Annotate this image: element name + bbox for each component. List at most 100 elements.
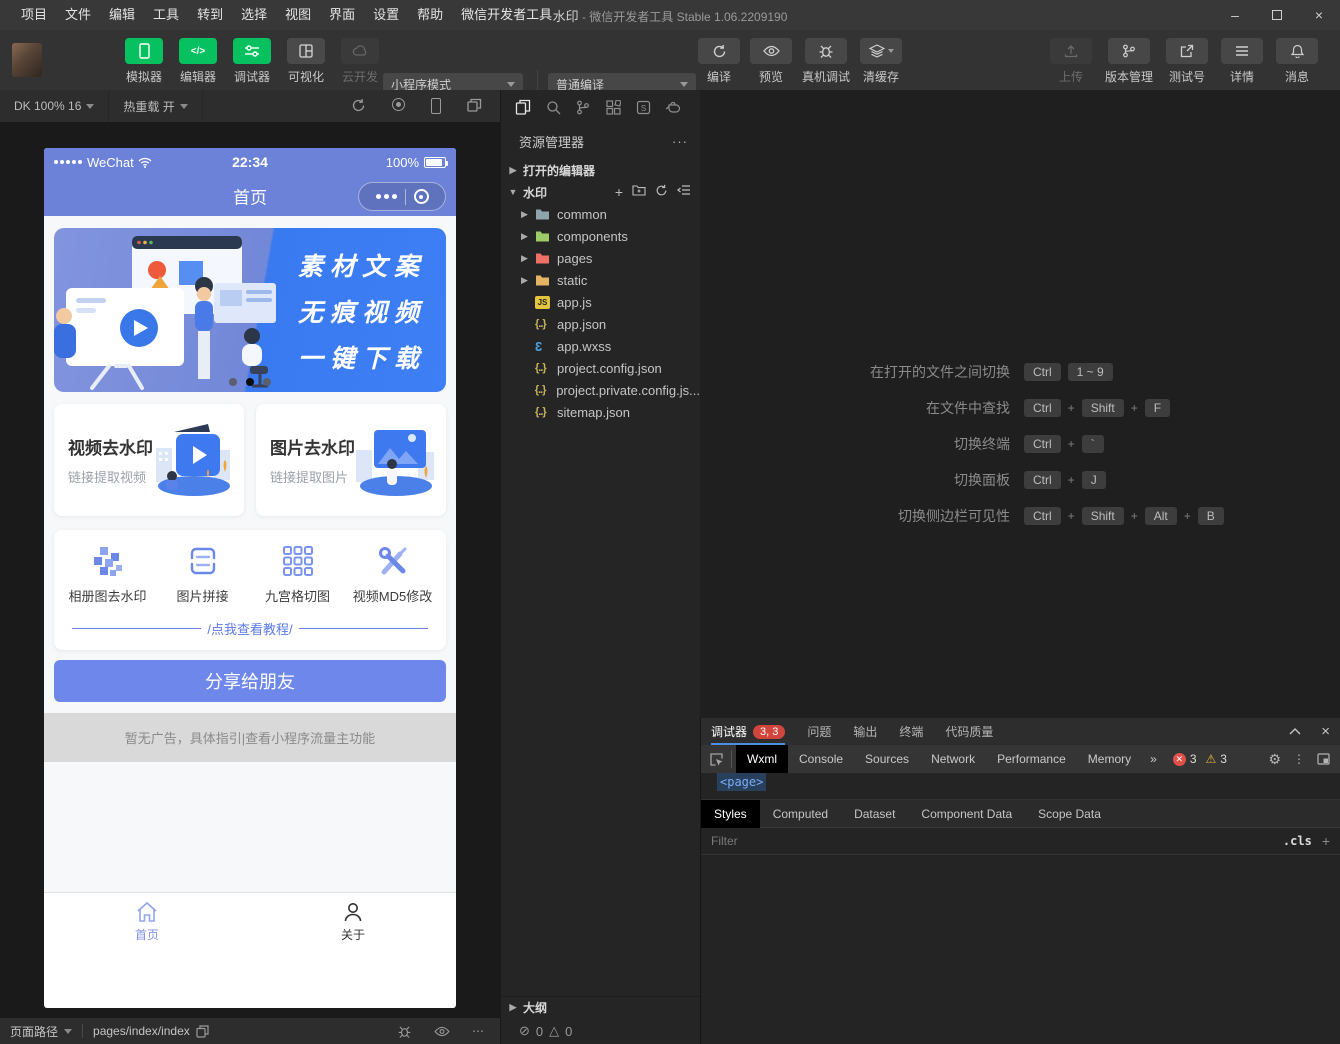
debug-tab-1[interactable]: 问题 xyxy=(807,718,831,745)
wxml-element-tree[interactable]: <page> xyxy=(701,773,1340,800)
tab-home[interactable]: 首页 xyxy=(44,893,250,950)
ellipsis-icon[interactable]: ⋯ xyxy=(472,1024,484,1038)
upload-button[interactable]: 上传 xyxy=(1050,38,1092,85)
source-control-icon[interactable] xyxy=(571,96,595,118)
image-watermark-card[interactable]: 图片去水印 链接提取图片 xyxy=(256,404,446,516)
eye-icon[interactable] xyxy=(434,1026,450,1037)
more-tabs-chevron[interactable]: » xyxy=(1142,752,1165,766)
simulator-toggle-button[interactable]: 模拟器 xyxy=(120,38,168,85)
tree-item-app-wxss[interactable]: 3app.wxss xyxy=(501,335,700,357)
version-manage-button[interactable]: 版本管理 xyxy=(1105,38,1153,85)
style-tab-dataset[interactable]: Dataset xyxy=(841,800,908,828)
tree-item-sitemap-json[interactable]: {..}sitemap.json xyxy=(501,401,700,423)
widgets-icon[interactable] xyxy=(601,96,625,118)
tree-item-components[interactable]: ▶components xyxy=(501,225,700,247)
debugger-toggle-button[interactable]: 调试器 xyxy=(228,38,276,85)
exit-target-icon[interactable] xyxy=(414,189,429,204)
devtools-tab-performance[interactable]: Performance xyxy=(986,745,1077,773)
tree-item-common[interactable]: ▶common xyxy=(501,203,700,225)
settings-gear-icon[interactable]: ⚙ xyxy=(1268,751,1281,768)
tutorial-link[interactable]: /点我查看教程/ xyxy=(72,619,428,638)
devtools-tab-sources[interactable]: Sources xyxy=(854,745,920,773)
cloud-dev-button[interactable]: 云开发 xyxy=(336,38,384,85)
menu-item-0[interactable]: 项目 xyxy=(12,0,56,30)
kebab-menu-icon[interactable]: ⋮ xyxy=(1293,752,1305,766)
copy-icon[interactable] xyxy=(196,1025,209,1038)
storage-icon[interactable]: S xyxy=(631,96,655,118)
menu-item-8[interactable]: 设置 xyxy=(364,0,408,30)
teapot-icon[interactable] xyxy=(661,96,685,118)
compile-button[interactable]: 编译 xyxy=(698,38,740,85)
more-actions-icon[interactable]: ··· xyxy=(672,134,688,149)
debug-tab-4[interactable]: 代码质量 xyxy=(945,718,993,745)
menu-item-5[interactable]: 选择 xyxy=(232,0,276,30)
style-filter-input[interactable] xyxy=(711,834,1273,848)
test-account-button[interactable]: 测试号 xyxy=(1166,38,1208,85)
new-folder-icon[interactable] xyxy=(632,184,646,200)
messages-button[interactable]: 消息 xyxy=(1276,38,1318,85)
tool-item-1[interactable]: 图片拼接 xyxy=(155,544,250,605)
minimize-button[interactable]: – xyxy=(1214,0,1256,30)
project-root-section[interactable]: ▼ 水印 + xyxy=(501,181,700,203)
new-style-rule-icon[interactable]: + xyxy=(1322,833,1330,849)
bug-icon[interactable] xyxy=(397,1025,412,1038)
tree-item-app-json[interactable]: {..}app.json xyxy=(501,313,700,335)
preview-button[interactable]: 预览 xyxy=(750,38,792,85)
menu-item-2[interactable]: 编辑 xyxy=(100,0,144,30)
collapse-all-icon[interactable] xyxy=(677,184,690,200)
files-icon[interactable] xyxy=(511,96,535,118)
element-tag[interactable]: <page> xyxy=(717,773,766,791)
menu-item-4[interactable]: 转到 xyxy=(188,0,232,30)
menu-item-6[interactable]: 视图 xyxy=(276,0,320,30)
menu-item-7[interactable]: 界面 xyxy=(320,0,364,30)
video-watermark-card[interactable]: 视频去水印 链接提取视频 xyxy=(54,404,244,516)
inspect-element-icon[interactable] xyxy=(701,752,731,767)
tool-item-3[interactable]: 视频MD5修改 xyxy=(345,544,440,605)
search-icon[interactable] xyxy=(541,96,565,118)
devtools-tab-wxml[interactable]: Wxml xyxy=(736,745,788,773)
devtools-tab-memory[interactable]: Memory xyxy=(1077,745,1142,773)
multi-window-icon[interactable] xyxy=(467,98,482,114)
style-tab-computed[interactable]: Computed xyxy=(760,800,841,828)
share-button[interactable]: 分享给朋友 xyxy=(54,660,446,702)
hero-banner[interactable]: 素材文案 无痕视频 一键下载 xyxy=(54,228,446,392)
devtools-tab-console[interactable]: Console xyxy=(788,745,854,773)
dock-side-icon[interactable] xyxy=(1317,753,1330,765)
device-zoom-select[interactable]: DK 100% 16 xyxy=(0,90,109,122)
close-panel-icon[interactable]: × xyxy=(1321,723,1330,740)
style-tab-component-data[interactable]: Component Data xyxy=(908,800,1025,828)
close-button[interactable]: × xyxy=(1298,0,1340,30)
visual-toggle-button[interactable]: 可视化 xyxy=(282,38,330,85)
menu-item-1[interactable]: 文件 xyxy=(56,0,100,30)
user-avatar[interactable] xyxy=(12,43,42,77)
tree-item-project-config-json[interactable]: {..}project.config.json xyxy=(501,357,700,379)
devtools-tab-network[interactable]: Network xyxy=(920,745,986,773)
page-path-select[interactable]: 页面路径 xyxy=(10,1023,58,1040)
tab-about[interactable]: 关于 xyxy=(250,893,456,950)
clear-cache-button[interactable]: 清缓存 xyxy=(860,38,902,85)
tree-item-pages[interactable]: ▶pages xyxy=(501,247,700,269)
outline-section[interactable]: ▶ 大纲 xyxy=(501,996,701,1018)
debug-tab-0[interactable]: 调试器3, 3 xyxy=(711,718,785,745)
tool-item-0[interactable]: 相册图去水印 xyxy=(60,544,155,605)
debug-tab-3[interactable]: 终端 xyxy=(899,718,923,745)
tree-item-static[interactable]: ▶static xyxy=(501,269,700,291)
open-editors-section[interactable]: ▶ 打开的编辑器 xyxy=(501,159,700,181)
toggle-class-button[interactable]: .cls xyxy=(1283,834,1312,848)
menu-item-9[interactable]: 帮助 xyxy=(408,0,452,30)
menu-item-3[interactable]: 工具 xyxy=(144,0,188,30)
maximize-button[interactable] xyxy=(1256,0,1298,30)
menu-item-10[interactable]: 微信开发者工具 xyxy=(452,0,561,30)
record-icon[interactable] xyxy=(392,98,405,111)
refresh-icon[interactable] xyxy=(655,184,668,200)
collapse-panel-icon[interactable] xyxy=(1289,728,1301,735)
device-frame-icon[interactable] xyxy=(431,98,441,114)
rotate-icon[interactable] xyxy=(351,98,366,114)
new-file-icon[interactable]: + xyxy=(615,184,623,200)
debug-tab-2[interactable]: 输出 xyxy=(853,718,877,745)
tree-item-project-private-config-js-[interactable]: {..}project.private.config.js... xyxy=(501,379,700,401)
editor-toggle-button[interactable]: </> 编辑器 xyxy=(174,38,222,85)
more-dots-icon[interactable] xyxy=(376,194,397,199)
tree-item-app-js[interactable]: JSapp.js xyxy=(501,291,700,313)
tool-item-2[interactable]: 九宫格切图 xyxy=(250,544,345,605)
